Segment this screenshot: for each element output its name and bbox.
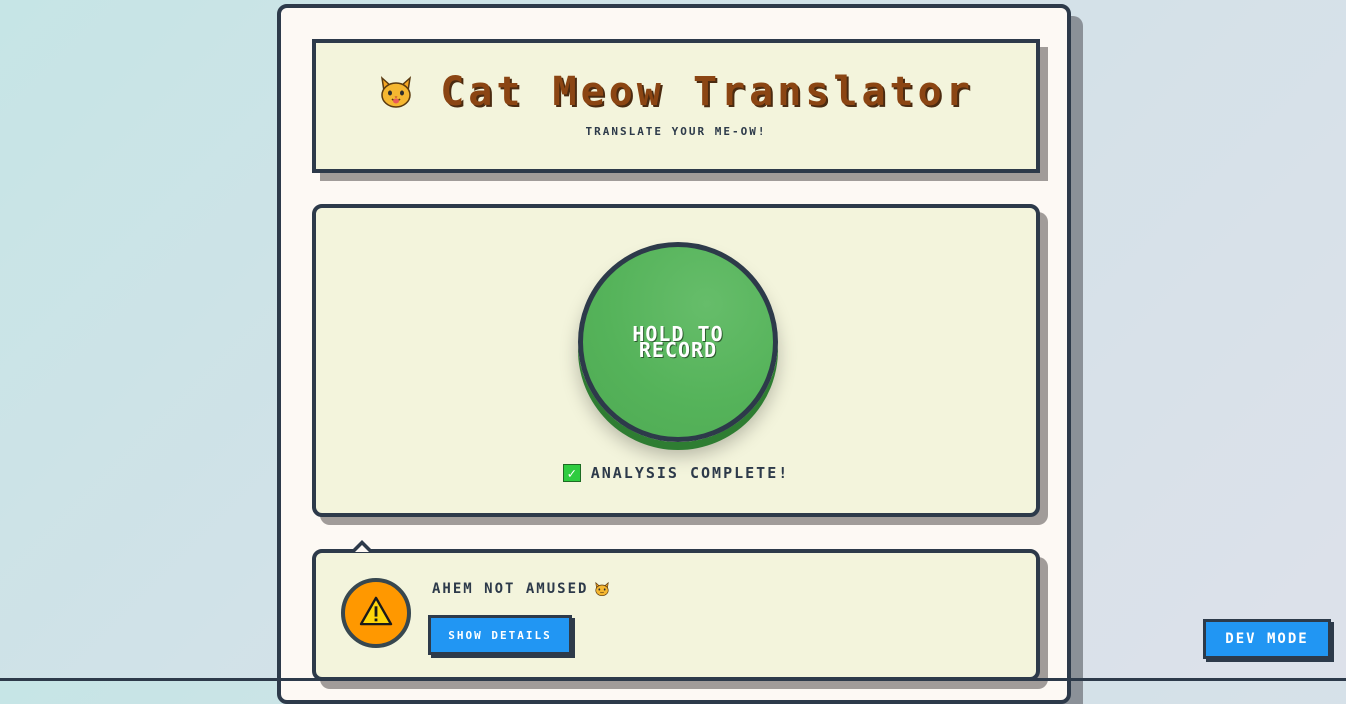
status-text: ANALYSIS COMPLETE! <box>590 464 790 482</box>
check-icon: ✓ <box>562 464 581 482</box>
record-button[interactable]: HOLD TO RECORD <box>578 242 778 442</box>
cat-face-icon <box>594 581 610 597</box>
header-card: Cat Meow Translator TRANSLATE YOUR ME-OW… <box>312 39 1040 173</box>
result-message-row: AHEM NOT AMUSED <box>432 581 610 597</box>
show-details-button[interactable]: SHOW DETAILS <box>428 615 572 655</box>
result-card: AHEM NOT AMUSED SHOW DETAILS <box>312 540 1040 681</box>
result-message: AHEM NOT AMUSED <box>432 581 589 597</box>
record-card: HOLD TO RECORD ✓ ANALYSIS COMPLETE! <box>312 204 1040 517</box>
speech-bubble-tail-inner <box>355 545 369 552</box>
title-row: Cat Meow Translator <box>316 69 1036 115</box>
dev-mode-button[interactable]: DEV MODE <box>1203 619 1331 659</box>
page-title: Cat Meow Translator <box>440 69 974 115</box>
record-button-label: HOLD TO RECORD <box>632 322 724 362</box>
status-row: ✓ ANALYSIS COMPLETE! <box>316 464 1036 482</box>
warning-icon <box>359 596 393 630</box>
warning-badge <box>341 578 411 648</box>
page-subtitle: TRANSLATE YOUR ME-OW! <box>585 125 767 138</box>
cat-face-icon <box>378 74 414 110</box>
